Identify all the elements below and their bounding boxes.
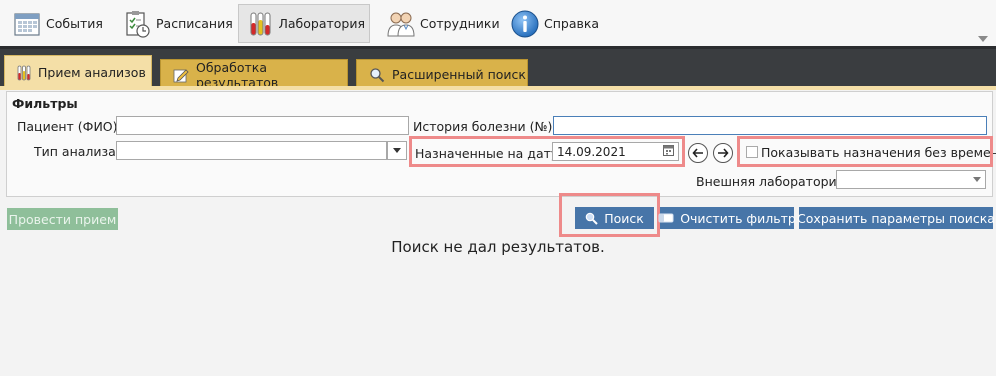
clear-filter-label: Очистить фильтр xyxy=(680,210,796,226)
chevron-down-icon xyxy=(973,177,981,182)
history-label: История болезни (№): xyxy=(413,119,557,134)
magnifier-icon xyxy=(585,212,598,225)
chevron-down-icon xyxy=(393,148,401,153)
filters-panel: Фильтры Пациент (ФИО): История болезни (… xyxy=(6,91,996,197)
previous-date-button[interactable] xyxy=(688,143,708,163)
main-toolbar: События Расписания Лаборатория Сотрудник… xyxy=(0,0,996,46)
toolbar-item-label: Сотрудники xyxy=(420,16,500,31)
toolbar-item-label: Лаборатория xyxy=(278,16,365,31)
pencil-icon xyxy=(173,67,189,83)
toolbar-item-label: Справка xyxy=(544,16,600,31)
tab-advanced-search[interactable]: Расширенный поиск xyxy=(356,59,528,89)
tab-receive-analyses[interactable]: Прием анализов xyxy=(4,55,152,89)
arrow-left-icon xyxy=(692,148,703,158)
clear-filter-button[interactable]: Очистить фильтр xyxy=(658,207,796,229)
analysis-type-dropdown-button[interactable] xyxy=(387,141,407,160)
save-search-params-button[interactable]: Сохранить параметры поиска xyxy=(797,207,995,229)
external-lab-label: Внешняя лаборатория: xyxy=(696,174,849,189)
test-tubes-icon xyxy=(17,65,31,81)
tab-label: Обработка результатов xyxy=(196,59,279,90)
patient-label: Пациент (ФИО): xyxy=(17,119,122,134)
toolbar-item-label: События xyxy=(46,16,103,31)
toolbar-item-help[interactable]: Справка xyxy=(502,4,604,43)
chevron-down-icon[interactable] xyxy=(978,36,988,42)
show-no-time-label[interactable]: Показывать назначения без времени xyxy=(761,145,996,160)
toolbar-item-label: Расписания xyxy=(156,16,233,31)
tab-label: Расширенный поиск xyxy=(392,67,526,82)
magnifier-icon xyxy=(369,67,385,83)
toolbar-item-events[interactable]: События xyxy=(4,4,108,43)
tab-underline xyxy=(0,86,996,90)
date-label: Назначенные на дату: xyxy=(415,146,563,161)
arrow-right-icon xyxy=(718,148,729,158)
analysis-type-label: Тип анализа: xyxy=(34,144,121,159)
no-results-message: Поиск не дал результатов. xyxy=(391,238,605,256)
search-button[interactable]: Поиск xyxy=(575,207,654,229)
calendar-icon[interactable] xyxy=(663,144,674,159)
schedule-icon xyxy=(121,8,153,40)
calendar-icon xyxy=(11,8,43,40)
conduct-reception-button[interactable]: Провести прием xyxy=(7,208,118,230)
info-icon xyxy=(509,8,541,40)
toolbar-item-laboratory[interactable]: Лаборатория xyxy=(238,4,370,43)
filters-title: Фильтры xyxy=(12,96,78,111)
tab-label: Прием анализов xyxy=(38,65,146,80)
date-input[interactable]: 14.09.2021 xyxy=(552,142,679,161)
test-tubes-icon xyxy=(245,8,275,40)
tab-process-results[interactable]: Обработка результатов xyxy=(160,59,348,90)
eraser-icon xyxy=(658,213,674,223)
next-date-button[interactable] xyxy=(713,143,733,163)
external-lab-select[interactable] xyxy=(836,170,986,189)
staff-icon xyxy=(385,8,417,40)
show-no-time-checkbox[interactable] xyxy=(746,146,758,158)
toolbar-item-staff[interactable]: Сотрудники xyxy=(378,4,505,43)
history-input[interactable] xyxy=(553,116,987,135)
date-value: 14.09.2021 xyxy=(557,144,626,159)
tab-strip: Прием анализов Обработка результатов Рас… xyxy=(0,46,996,90)
patient-input[interactable] xyxy=(116,116,409,135)
toolbar-item-schedules[interactable]: Расписания xyxy=(114,4,238,43)
analysis-type-select[interactable] xyxy=(116,141,387,160)
search-button-label: Поиск xyxy=(604,210,644,226)
